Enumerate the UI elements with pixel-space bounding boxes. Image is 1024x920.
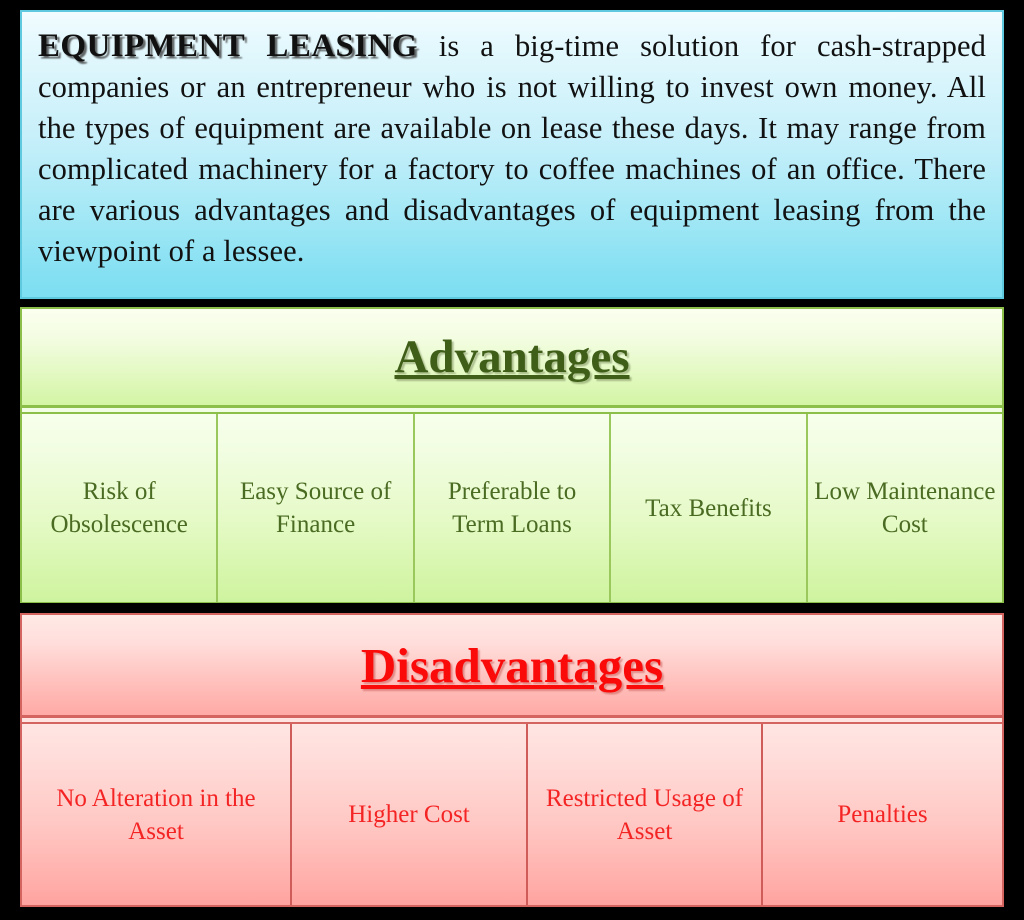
disadvantage-item-1-label: No Alteration in the Asset — [56, 784, 256, 845]
disadvantage-item-2[interactable]: Higher Cost — [292, 724, 528, 905]
disadvantage-item-3-label: Restricted Usage of Asset — [545, 784, 744, 845]
disadvantages-title: Disadvantages — [360, 637, 664, 693]
advantage-item-4-label: Tax Benefits — [645, 494, 772, 522]
disadvantage-item-1[interactable]: No Alteration in the Asset — [22, 724, 292, 905]
disadvantage-item-3[interactable]: Restricted Usage of Asset — [528, 724, 763, 905]
advantage-item-2[interactable]: Easy Source of Finance — [218, 414, 415, 602]
advantage-item-3[interactable]: Preferable to Term Loans — [414, 414, 612, 602]
intro-lead-phrase: EQUIPMENT LEASING — [38, 28, 418, 64]
advantage-item-4[interactable]: Tax Benefits — [611, 414, 808, 602]
advantage-item-1[interactable]: Risk of Obsolescence — [22, 414, 219, 602]
intro-paragraph: EQUIPMENT LEASING is a big-time solution… — [22, 12, 1002, 272]
intro-body-text: is a big-time solution for cash-strapped… — [38, 29, 986, 268]
disadvantage-item-2-label: Higher Cost — [348, 801, 470, 828]
disadvantage-item-4-label: Penalties — [837, 801, 928, 828]
advantages-section: Advantages Risk of Obsolescence Easy Sou… — [20, 307, 1004, 603]
intro-panel: EQUIPMENT LEASING is a big-time solution… — [20, 10, 1004, 299]
advantage-item-5-label: Low Maintenance Cost — [814, 478, 996, 538]
advantages-title: Advantages — [394, 331, 630, 383]
disadvantages-items-row: No Alteration in the Asset Higher Cost R… — [22, 722, 1002, 905]
advantage-item-3-label: Preferable to Term Loans — [447, 478, 577, 538]
disadvantage-item-4[interactable]: Penalties — [763, 724, 1002, 905]
advantage-item-2-label: Easy Source of Finance — [239, 478, 392, 538]
disadvantages-section: Disadvantages No Alteration in the Asset… — [20, 613, 1004, 907]
advantage-item-5[interactable]: Low Maintenance Cost — [807, 414, 1003, 602]
advantage-item-1-label: Risk of Obsolescence — [50, 478, 188, 538]
advantages-items-row: Risk of Obsolescence Easy Source of Fina… — [22, 412, 1003, 602]
advantages-header: Advantages — [22, 309, 1002, 408]
disadvantages-header: Disadvantages — [22, 615, 1002, 718]
